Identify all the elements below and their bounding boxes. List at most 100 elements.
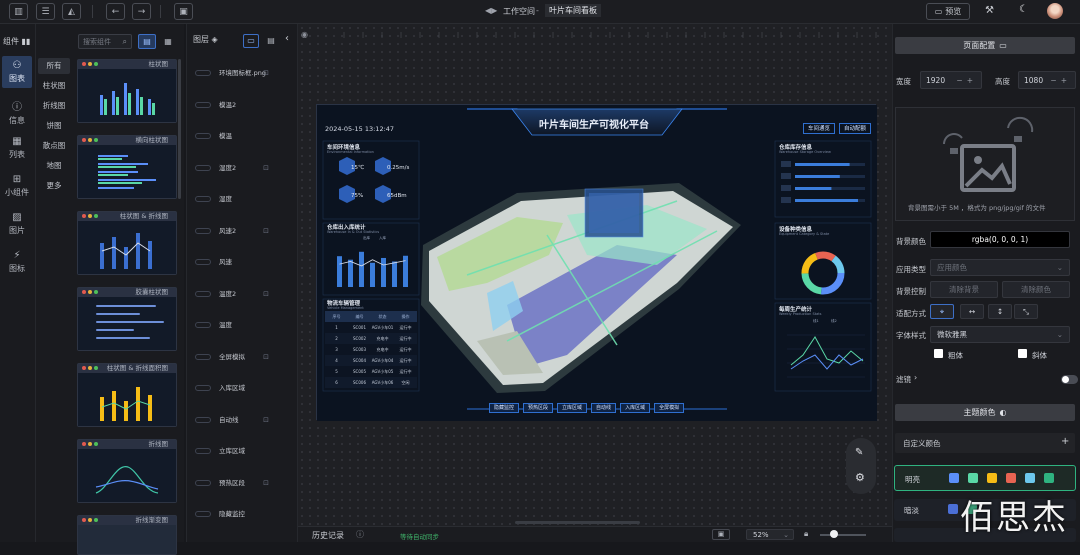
background-upload[interactable]: 背景图需小于 5M ，格式为 png/jpg/gif 的文件 bbox=[895, 107, 1075, 221]
edit-icon[interactable]: ✎ bbox=[855, 447, 863, 458]
dashboard-board[interactable]: 2024-05-15 13:12:47 叶片车间生产可视化平台 车间通览 自动配… bbox=[316, 104, 877, 421]
grid-view-icon[interactable]: ▦ bbox=[160, 34, 176, 49]
rail-item-chart[interactable]: ⚇ 图表 bbox=[0, 60, 34, 84]
theme-bright[interactable]: 明亮 bbox=[894, 465, 1076, 491]
category-all[interactable]: 所有 bbox=[38, 58, 70, 74]
collapse-icon[interactable]: ‹ bbox=[285, 33, 289, 44]
lock-icon[interactable]: ⊡ bbox=[263, 476, 269, 490]
category-scatter[interactable]: 散点图 bbox=[38, 138, 70, 154]
lock-icon[interactable]: 🔒︎ bbox=[804, 529, 808, 539]
thumb-line-chart[interactable]: 折线图 bbox=[77, 439, 177, 503]
board-btn-overview[interactable]: 车间通览 bbox=[803, 123, 836, 134]
layer-item[interactable]: 全屏模拟 ⊡ bbox=[195, 350, 291, 364]
layer-thumb-view-icon[interactable]: ▤ bbox=[263, 34, 279, 48]
help-icon[interactable]: ⓘ bbox=[356, 529, 364, 540]
gear-icon[interactable]: ⚙ bbox=[855, 471, 865, 484]
rail-item-info[interactable]: ⓘ 信息 bbox=[0, 98, 34, 126]
font-select[interactable]: 微软雅黑 ⌄ bbox=[930, 326, 1070, 343]
lock-icon[interactable]: ⊡ bbox=[263, 350, 269, 364]
layer-item[interactable]: 温度2 ⊡ bbox=[195, 287, 291, 301]
layer-item[interactable]: 预热区段 ⊡ bbox=[195, 476, 291, 490]
thumb-bar-area[interactable]: 柱状图 & 折线面积图 bbox=[77, 363, 177, 427]
layer-item[interactable]: 湿度 bbox=[195, 192, 291, 206]
redo-icon[interactable]: → bbox=[132, 3, 151, 20]
filter-label[interactable]: 滤镜 bbox=[896, 374, 911, 385]
lock-icon[interactable]: ⊡ bbox=[263, 287, 269, 301]
workspace-label[interactable]: 工作空间 bbox=[503, 6, 535, 17]
fit-full-icon[interactable]: ⤡ bbox=[1014, 304, 1038, 319]
layer-item[interactable]: 模温2 bbox=[195, 98, 291, 112]
lock-icon[interactable]: ⊡ bbox=[263, 161, 269, 175]
add-icon[interactable]: + bbox=[1061, 436, 1069, 447]
stepper-icon[interactable]: −+ bbox=[1050, 76, 1071, 85]
category-map[interactable]: 地图 bbox=[38, 158, 70, 174]
save-icon[interactable]: ▣ bbox=[174, 3, 193, 20]
board-nav-button[interactable]: 入库区域 bbox=[620, 403, 651, 413]
zoom-slider-handle[interactable] bbox=[830, 530, 838, 538]
layer-item[interactable]: 立库区域 bbox=[195, 444, 291, 458]
board-nav-button[interactable]: 立库区域 bbox=[557, 403, 588, 413]
layer-item[interactable]: 隐藏监控 bbox=[195, 507, 291, 521]
category-pie[interactable]: 饼图 bbox=[38, 118, 70, 134]
rail-item-icon[interactable]: ⚡ 图标 bbox=[0, 250, 34, 274]
clear-color-button[interactable]: 清除颜色 bbox=[1002, 281, 1070, 298]
board-nav-button[interactable]: 预热区段 bbox=[523, 403, 554, 413]
theme-color-tab[interactable]: 主题颜色 ◐ bbox=[895, 404, 1075, 421]
bg-color-input[interactable]: rgba(0, 0, 0, 1) bbox=[930, 231, 1070, 248]
category-line[interactable]: 折线图 bbox=[38, 98, 70, 114]
thumb-bar-line[interactable]: 柱状图 & 折线图 bbox=[77, 211, 177, 275]
layer-item[interactable]: 湿度2 ⊡ bbox=[195, 161, 291, 175]
layer-item[interactable]: 自动线 ⊡ bbox=[195, 413, 291, 427]
thumb-bar-chart[interactable]: 柱状图 bbox=[77, 59, 177, 123]
rail-item-widget[interactable]: ⊞ 小组件 bbox=[0, 174, 34, 198]
filter-toggle[interactable] bbox=[1061, 375, 1078, 384]
thumb-horizontal-bar[interactable]: 横向柱状图 bbox=[77, 135, 177, 199]
width-input[interactable]: 1920 −+ bbox=[920, 71, 982, 89]
zoom-slider[interactable] bbox=[820, 534, 866, 536]
layer-item[interactable]: 风速 bbox=[195, 255, 291, 269]
config-toggle-icon[interactable]: ◭ bbox=[62, 3, 81, 20]
page-config-tab[interactable]: 页面配置 ▭ bbox=[895, 37, 1075, 54]
avatar[interactable] bbox=[1047, 3, 1063, 19]
height-input[interactable]: 1080 −+ bbox=[1018, 71, 1076, 89]
board-nav-button[interactable]: 全屏模拟 bbox=[654, 403, 685, 413]
history-button[interactable]: 历史记录 bbox=[312, 530, 344, 541]
search-input[interactable]: 搜索组件 ⌕ bbox=[78, 34, 132, 49]
single-view-icon[interactable]: ▤ bbox=[138, 34, 156, 49]
moon-icon[interactable]: ☾ bbox=[1019, 4, 1028, 15]
custom-color-row[interactable]: 自定义颜色 + bbox=[895, 433, 1075, 453]
board-btn-auto[interactable]: 自动配额 bbox=[839, 123, 872, 134]
board-nav-button[interactable]: 自动线 bbox=[591, 403, 617, 413]
eye-icon[interactable]: ◉ bbox=[301, 30, 308, 39]
thumb-capsule-bar[interactable]: 胶囊柱状图 bbox=[77, 287, 177, 351]
fit-height-icon[interactable]: ↕ bbox=[988, 304, 1012, 319]
chevron-right-icon[interactable]: › bbox=[914, 373, 917, 382]
layer-item[interactable]: 环境图标框.png ⊡ bbox=[195, 66, 291, 80]
preview-button[interactable]: ▭ 预览 bbox=[926, 3, 970, 20]
layers-toggle-icon[interactable]: ☰ bbox=[36, 3, 55, 20]
zoom-select[interactable]: 52% ⌄ bbox=[746, 529, 794, 540]
layer-item[interactable]: 模温 bbox=[195, 129, 291, 143]
board-nav-button[interactable]: 隐藏监控 bbox=[489, 403, 520, 413]
layer-list-view-icon[interactable]: ▭ bbox=[243, 34, 259, 48]
canvas-h-scrollbar[interactable] bbox=[515, 521, 640, 524]
lock-icon[interactable]: ⊡ bbox=[263, 224, 269, 238]
italic-checkbox[interactable] bbox=[1018, 349, 1027, 358]
layer-item[interactable]: 温度 bbox=[195, 318, 291, 332]
lock-icon[interactable]: ⊡ bbox=[263, 66, 269, 80]
stepper-icon[interactable]: −+ bbox=[956, 76, 977, 85]
tool-icon[interactable]: ⚒ bbox=[985, 5, 994, 16]
clear-bg-button[interactable]: 清除背景 bbox=[930, 281, 998, 298]
undo-icon[interactable]: ← bbox=[106, 3, 125, 20]
fit-auto-icon[interactable]: ⌖ bbox=[930, 304, 954, 319]
app-type-select[interactable]: 应用颜色 ⌄ bbox=[930, 259, 1070, 276]
bold-checkbox[interactable] bbox=[934, 349, 943, 358]
layer-item[interactable]: 风速2 ⊡ bbox=[195, 224, 291, 238]
layer-item[interactable]: 入库区域 bbox=[195, 381, 291, 395]
chart-toggle-icon[interactable]: ▥ bbox=[9, 3, 28, 20]
fit-width-icon[interactable]: ↔ bbox=[960, 304, 984, 319]
category-more[interactable]: 更多 bbox=[38, 178, 70, 194]
lock-icon[interactable]: ⊡ bbox=[263, 413, 269, 427]
thumbs-scrollbar[interactable] bbox=[178, 59, 181, 199]
thumb-line-gradient[interactable]: 折线渐变图 bbox=[77, 515, 177, 555]
